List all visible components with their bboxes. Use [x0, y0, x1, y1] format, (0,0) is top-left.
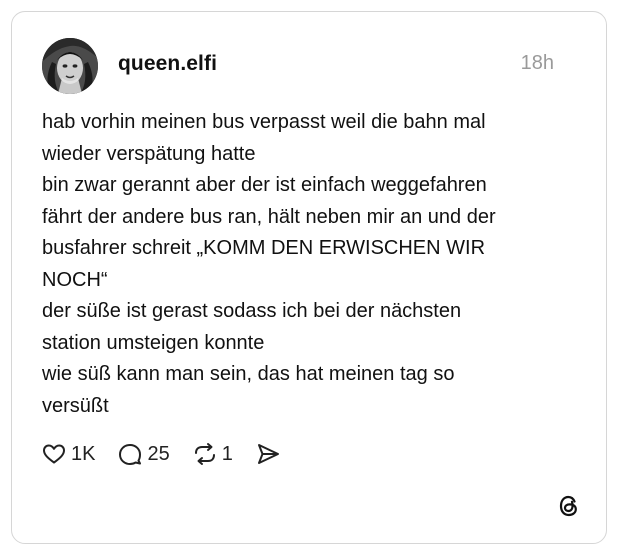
post-text-line: wie süß kann man sein, das hat meinen ta… — [42, 363, 455, 385]
repost-button[interactable]: 1 — [192, 441, 233, 467]
post-text: hab vorhin meinen bus verpasst weil die … — [42, 107, 572, 422]
post-text-line: fährt der andere bus ran, hält neben mir… — [42, 205, 496, 228]
post-text-line: NOCH“ — [42, 268, 108, 291]
reply-button[interactable]: 25 — [117, 441, 170, 467]
post-text-line: der süße ist gerast sodass ich bei der n… — [42, 300, 462, 322]
threads-logo-icon[interactable] — [556, 493, 582, 519]
action-bar: 1K 25 1 — [41, 440, 303, 468]
like-button[interactable]: 1K — [41, 441, 95, 467]
post-text-line: station umsteigen konnte — [42, 331, 265, 354]
reply-count: 25 — [147, 442, 170, 465]
avatar[interactable] — [42, 38, 98, 94]
share-button[interactable] — [255, 441, 281, 467]
post-text-line: bin zwar gerannt aber der ist einfach we… — [42, 174, 487, 196]
post-text-line: hab vorhin meinen bus verpasst weil die … — [42, 111, 486, 133]
post-text-line: versüßt — [42, 394, 109, 417]
repost-count: 1 — [221, 442, 233, 465]
post-text-line: busfahrer schreit „KOMM DEN ERWISCHEN WI… — [42, 237, 486, 259]
username[interactable]: queen.elfi — [118, 52, 217, 76]
avatar-image — [42, 38, 98, 94]
comment-icon — [119, 444, 142, 465]
timestamp: 18h — [520, 52, 554, 74]
send-icon — [257, 444, 279, 464]
like-count: 1K — [71, 442, 96, 465]
post-text-line: wieder verspätung hatte — [42, 142, 256, 165]
heart-icon — [43, 444, 65, 464]
post-card: queen.elfi 18h hab vorhin meinen bus ver… — [11, 11, 607, 544]
repost-icon — [194, 443, 215, 465]
